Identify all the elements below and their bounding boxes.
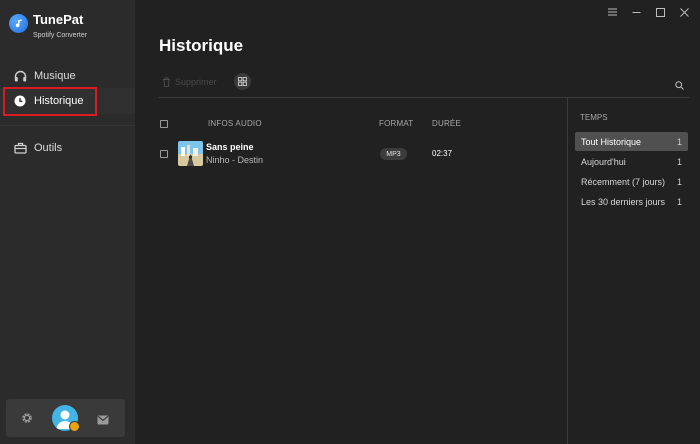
sidebar-item-label: Musique xyxy=(34,70,76,82)
sidebar-item-historique[interactable]: Historique xyxy=(0,88,135,114)
maximize-icon[interactable] xyxy=(652,6,668,18)
sidebar-divider xyxy=(0,125,135,126)
filter-item-30-derniers-jours[interactable]: Les 30 derniers jours 1 xyxy=(575,192,688,211)
track-duration: 02:37 xyxy=(432,149,453,158)
filter-item-label: Récemment (7 jours) xyxy=(581,176,666,187)
filter-item-count: 1 xyxy=(676,196,682,207)
filter-item-tout-historique[interactable]: Tout Historique 1 xyxy=(575,132,688,151)
brand: TunePat Spotify Converter xyxy=(9,12,87,41)
sidebar-item-musique[interactable]: Musique xyxy=(0,63,135,89)
headphones-icon xyxy=(13,69,27,83)
track-artist: Ninho - Destin xyxy=(206,155,264,165)
sidebar-item-label: Outils xyxy=(34,142,63,154)
filter-item-count: 1 xyxy=(676,156,682,167)
menu-icon[interactable] xyxy=(604,6,620,18)
delete-button[interactable]: Supprimer xyxy=(162,75,217,89)
sidebar: TunePat Spotify Converter Musique Histor… xyxy=(0,0,135,444)
sidebar-bottom-bar xyxy=(6,399,125,437)
album-art-thumbnail xyxy=(178,141,203,166)
filter-item-count: 1 xyxy=(676,176,682,187)
row-checkbox[interactable] xyxy=(160,150,168,158)
track-title: Sans peine xyxy=(206,142,254,152)
tunepat-logo-icon xyxy=(9,14,28,33)
grid-view-button[interactable] xyxy=(234,73,251,90)
column-header-info: INFOS AUDIO xyxy=(208,119,262,128)
toolbox-icon xyxy=(13,141,27,155)
app-subtitle: Spotify Converter xyxy=(33,32,88,39)
main-panel: Historique Supprimer INFOS AUDIO FORMAT … xyxy=(135,0,700,444)
filter-item-label: Les 30 derniers jours xyxy=(581,196,666,207)
sidebar-item-outils[interactable]: Outils xyxy=(0,135,135,161)
page-title: Historique xyxy=(159,36,244,55)
app-name: TunePat xyxy=(33,12,84,27)
sidebar-item-label: Historique xyxy=(34,95,84,107)
settings-gear-icon[interactable] xyxy=(21,411,33,429)
filter-heading: TEMPS xyxy=(580,113,608,122)
filter-item-recemment[interactable]: Récemment (7 jours) 1 xyxy=(575,172,688,191)
search-icon[interactable] xyxy=(675,77,684,95)
premium-badge-icon xyxy=(69,421,80,432)
filter-item-aujourdhui[interactable]: Aujourd'hui 1 xyxy=(575,152,688,171)
format-badge: MP3 xyxy=(380,148,407,160)
select-all-checkbox[interactable] xyxy=(160,120,168,128)
time-filter-panel: TEMPS Tout Historique 1 Aujourd'hui 1 Ré… xyxy=(567,98,700,444)
filter-item-label: Tout Historique xyxy=(581,136,642,147)
column-header-duration: DURÉE xyxy=(432,119,462,128)
mail-icon[interactable] xyxy=(97,412,109,430)
delete-label: Supprimer xyxy=(175,77,217,87)
window-controls xyxy=(596,6,692,18)
grid-icon xyxy=(238,77,247,86)
clock-icon xyxy=(13,94,27,108)
minimize-icon[interactable] xyxy=(628,6,644,18)
trash-icon xyxy=(163,77,170,87)
filter-item-label: Aujourd'hui xyxy=(581,156,626,167)
close-icon[interactable] xyxy=(676,6,692,18)
column-header-format: FORMAT xyxy=(379,119,414,128)
filter-item-count: 1 xyxy=(676,136,682,147)
